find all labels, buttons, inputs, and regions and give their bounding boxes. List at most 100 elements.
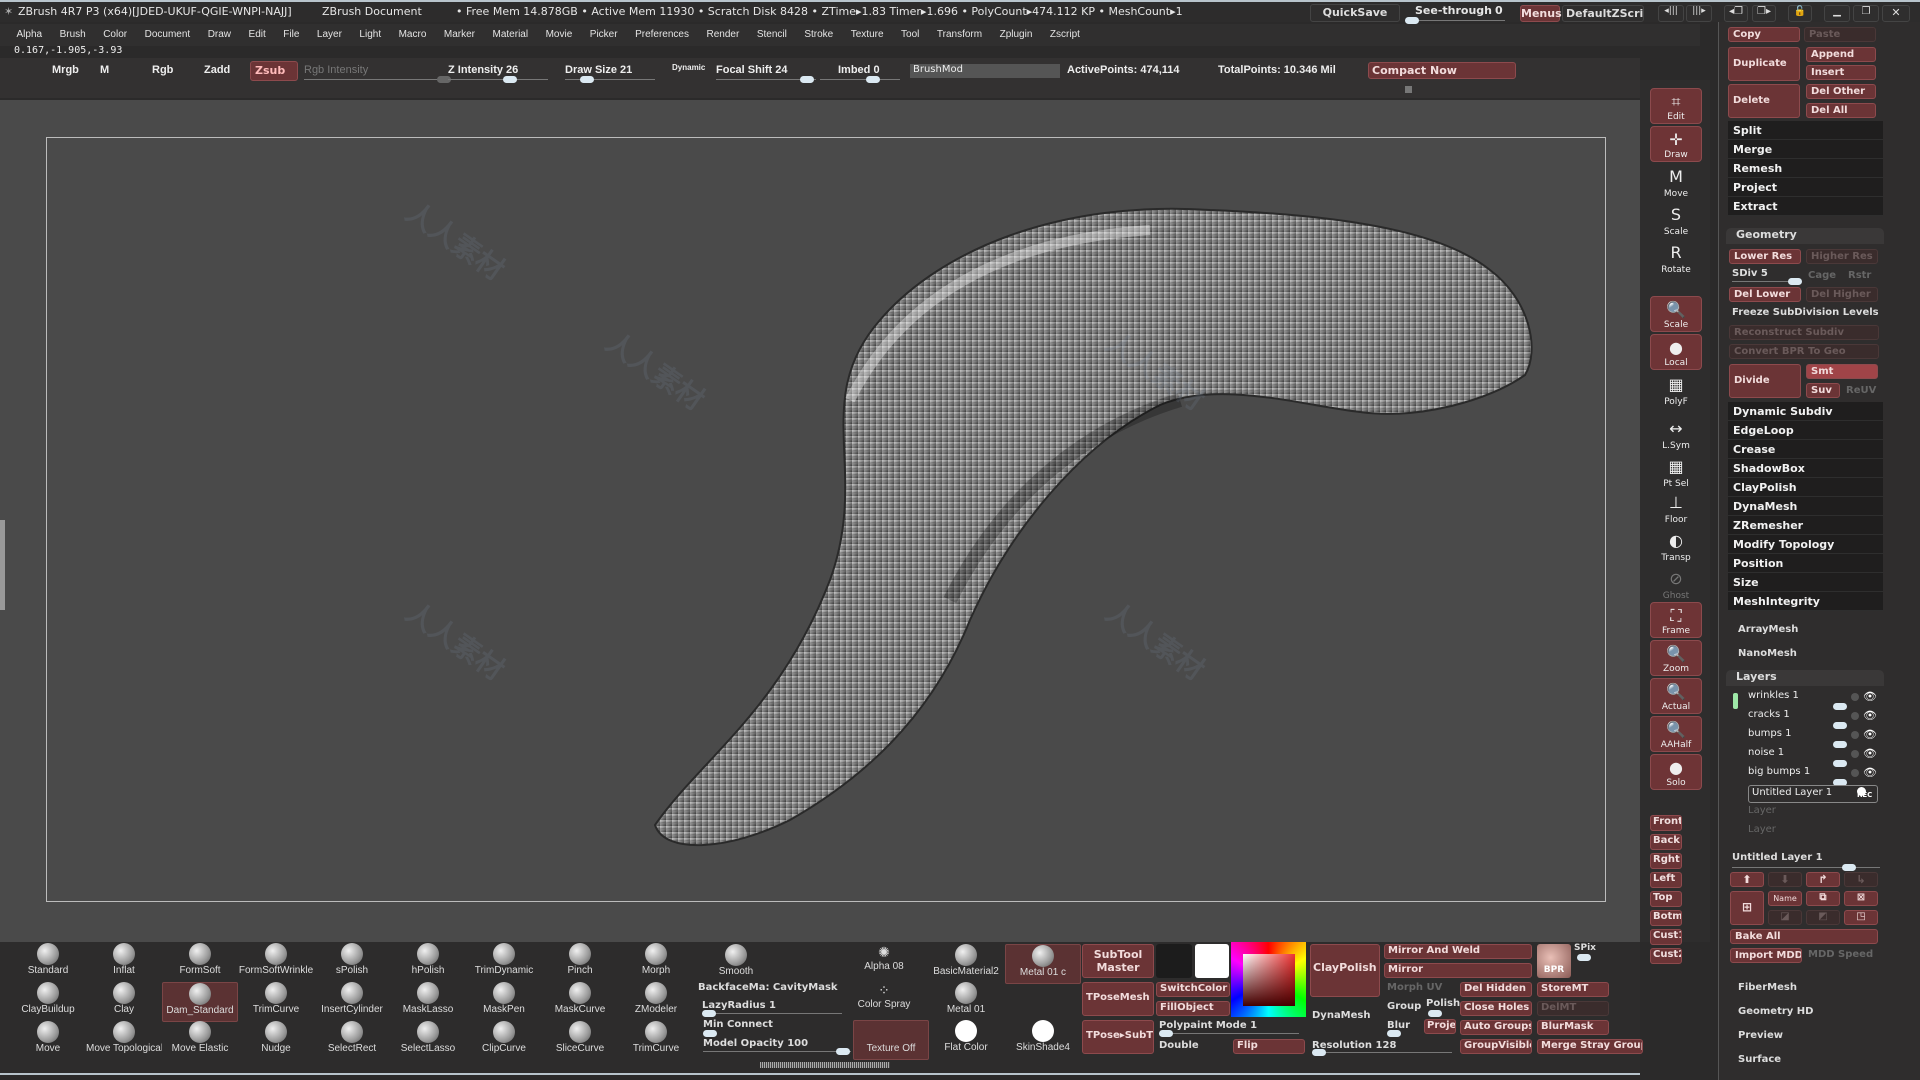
reuv-button[interactable]: ReUV [1846,385,1876,396]
ghost-button[interactable]: ⊘ Ghost [1650,566,1702,602]
brush-zmodeler[interactable]: ZModeler [618,982,694,1022]
lock-icon[interactable]: 🔓 [1788,5,1812,22]
left-tray-handle[interactable] [0,520,5,610]
layer-record-dot[interactable] [1851,731,1859,739]
model-opacity-knob[interactable] [836,1048,850,1055]
size-item[interactable]: Size [1728,573,1883,592]
rgb-button[interactable]: Rgb [152,64,173,76]
layer-record-dot[interactable] [1851,769,1859,777]
del-hidden-button[interactable]: Del Hidden [1460,982,1532,997]
copy-button[interactable]: Copy [1728,27,1800,42]
shrink-tray-left-button[interactable]: ◂||| [1658,5,1684,22]
layout-left-icon[interactable]: ◂❐ [1724,5,1748,22]
modify-topology-item[interactable]: Modify Topology [1728,535,1883,554]
resolution-knob[interactable] [1312,1049,1326,1056]
move-layer-down-button[interactable]: ⬇ [1768,872,1802,887]
edgeloop-item[interactable]: EdgeLoop [1728,421,1883,440]
dynamic-toggle[interactable]: Dynamic [672,63,705,72]
append-button[interactable]: Append [1806,47,1876,62]
brush-selectlasso[interactable]: SelectLasso [390,1021,466,1061]
actual-button[interactable]: 🔍 Actual [1650,678,1702,714]
spix-knob[interactable] [1577,954,1591,961]
shelf-resize-handle[interactable] [760,1062,890,1068]
layer-scrollbar[interactable] [1733,693,1738,709]
smt-toggle[interactable]: Smt [1806,364,1878,379]
switchcolor-button[interactable]: SwitchColor [1156,982,1230,997]
layer-intensity-knob[interactable] [1842,864,1856,871]
brush-maskcurve[interactable]: MaskCurve [542,982,618,1022]
layers-header[interactable]: Layers [1726,670,1884,686]
brush-inflat[interactable]: Inflat [86,943,162,983]
split-item[interactable]: Split [1728,121,1883,140]
del-other-button[interactable]: Del Other [1806,84,1876,99]
divide-button[interactable]: Divide [1729,364,1801,398]
see-through-knob[interactable] [1405,17,1419,24]
move-button[interactable]: M Move [1650,164,1702,200]
layer-name-button[interactable]: Name [1768,891,1802,906]
brush-clay[interactable]: Clay [86,982,162,1022]
layer-redirect-icon[interactable]: ↱ [1806,872,1840,887]
solo-button[interactable]: ● Solo [1650,754,1702,790]
suv-toggle[interactable]: Suv [1806,383,1840,398]
imbed-slider[interactable] [820,79,900,80]
delmt-button[interactable]: DelMT [1537,1001,1609,1016]
eye-icon[interactable]: 👁 [1863,690,1877,703]
resolution-slider[interactable] [1312,1052,1452,1053]
polypaint-mode-knob[interactable] [1159,1030,1173,1037]
dynamesh-button[interactable]: DynaMesh [1312,1010,1371,1021]
layer-split-icon[interactable]: ◳ [1844,910,1878,925]
bake-all-button[interactable]: Bake All [1730,929,1878,944]
layer-record-dot[interactable] [1851,693,1859,701]
local-button[interactable]: ● Local [1650,334,1702,370]
menu-stencil[interactable]: Stencil [750,24,794,46]
paste-button[interactable]: Paste [1804,27,1876,42]
frame-button[interactable]: ⛶ Frame [1650,602,1702,638]
material-metal01c[interactable]: Metal 01 c [1005,944,1081,984]
merge-item[interactable]: Merge [1728,140,1883,159]
brush-claybuildup[interactable]: ClayBuildup [10,982,86,1022]
rotate-button[interactable]: R Rotate [1650,240,1702,276]
default-zscript-button[interactable]: DefaultZScript [1562,5,1644,22]
scroll-handle[interactable] [1405,86,1412,93]
menu-preferences[interactable]: Preferences [628,24,696,46]
layer-redirect-down-icon[interactable]: ↳ [1844,872,1878,887]
fillobject-button[interactable]: FillObject [1156,1001,1230,1016]
brush-morph[interactable]: Morph [618,943,694,983]
sdiv-knob[interactable] [1788,278,1802,285]
meshintegrity-item[interactable]: MeshIntegrity [1728,592,1883,611]
merge-stray-groups-button[interactable]: Merge Stray Groups [1537,1039,1643,1054]
imbed-knob[interactable] [866,76,880,83]
mirror-button[interactable]: Mirror [1384,963,1532,978]
delete-layer-icon[interactable]: ⊠ [1844,891,1878,906]
position-item[interactable]: Position [1728,554,1883,573]
delete-button[interactable]: Delete [1728,84,1800,118]
menu-draw[interactable]: Draw [201,24,238,46]
brush-masklasso[interactable]: MaskLasso [390,982,466,1022]
brush-trimcurve[interactable]: TrimCurve [618,1021,694,1061]
brush-formsoftwrinkle[interactable]: FormSoftWrinkle [238,943,314,983]
m-button[interactable]: M [100,64,109,76]
secondary-color-swatch[interactable] [1156,944,1192,978]
menu-edit[interactable]: Edit [242,24,273,46]
blur-knob[interactable] [1387,1030,1401,1037]
main-color-swatch[interactable] [1195,944,1229,978]
menu-tool[interactable]: Tool [894,24,926,46]
nanomesh-subpalette[interactable]: NanoMesh [1738,648,1797,659]
zsub-button[interactable]: Zsub [250,61,298,81]
menu-texture[interactable]: Texture [844,24,891,46]
reconstruct-subdiv-button[interactable]: Reconstruct Subdiv [1729,325,1879,340]
material-basicmaterial2[interactable]: BasicMaterial2 [928,944,1004,984]
color-picker[interactable] [1231,942,1306,1017]
menu-zscript[interactable]: Zscript [1043,24,1087,46]
claypolish-button[interactable]: ClayPolish [1310,944,1380,997]
stroke-selector[interactable]: ⁘ Color Spray [846,982,922,1022]
menu-file[interactable]: File [276,24,306,46]
brush-trimdynamic[interactable]: TrimDynamic [466,943,542,983]
menu-light[interactable]: Light [352,24,388,46]
claypolish-item[interactable]: ClayPolish [1728,478,1883,497]
view-front-button[interactable]: Front [1650,815,1682,831]
del-all-button[interactable]: Del All [1806,103,1876,118]
menu-document[interactable]: Document [138,24,198,46]
texture-selector[interactable]: Texture Off [853,1020,929,1060]
polish-knob[interactable] [1428,1010,1442,1017]
